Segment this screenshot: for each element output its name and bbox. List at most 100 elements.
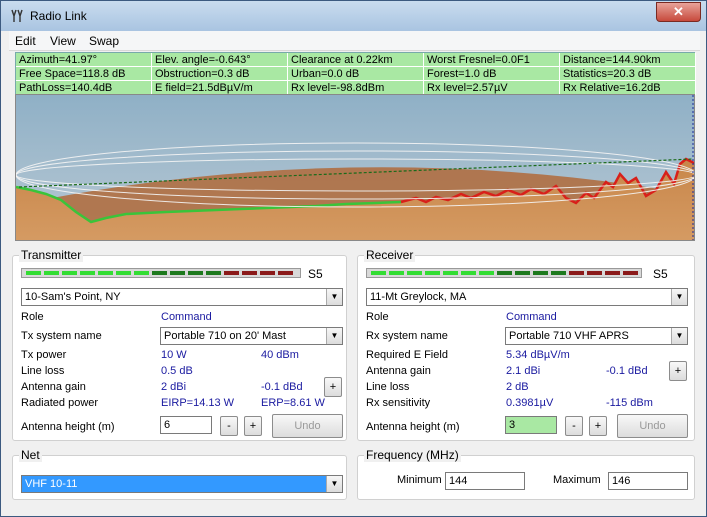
rx-signal-seg bbox=[533, 271, 548, 275]
tx-power-dbm: 40 dBm bbox=[261, 349, 299, 361]
stat-rx-relative: Rx Relative=16.2dB bbox=[560, 81, 696, 95]
stat-clearance: Clearance at 0.22km bbox=[288, 53, 424, 67]
stat-e-field: E field=21.5dBµV/m bbox=[152, 81, 288, 95]
tx-signal-seg bbox=[80, 271, 95, 275]
stat-rx-level-dbm: Rx level=-98.8dBm bbox=[288, 81, 424, 95]
tx-signal-seg bbox=[170, 271, 185, 275]
tx-signal-seg bbox=[188, 271, 203, 275]
close-icon: ✕ bbox=[673, 4, 684, 19]
menu-swap[interactable]: Swap bbox=[89, 34, 119, 48]
chevron-down-icon[interactable]: ▼ bbox=[326, 328, 342, 344]
receiver-group: Receiver S5 11-Mt Greylock, MA ▼ Role Co… bbox=[357, 248, 695, 441]
frequency-group: Frequency (MHz) Minimum 144 Maximum 146 bbox=[357, 448, 695, 500]
window-title: Radio Link bbox=[30, 9, 87, 23]
rx-height-input[interactable]: 3 bbox=[505, 416, 557, 434]
terrain-profile-view[interactable] bbox=[15, 94, 695, 241]
tx-signal-seg bbox=[98, 271, 113, 275]
link-stats-panel: Azimuth=41.97° Elev. angle=-0.643° Clear… bbox=[15, 52, 696, 95]
rx-system-label: Rx system name bbox=[366, 330, 448, 342]
tx-gain-dbd: -0.1 dBd bbox=[261, 381, 303, 393]
rx-gain-add-button[interactable]: + bbox=[669, 361, 687, 381]
chevron-down-icon[interactable]: ▼ bbox=[326, 289, 342, 305]
tx-site-select[interactable]: 10-Sam's Point, NY ▼ bbox=[21, 288, 343, 306]
transmitter-legend: Transmitter bbox=[19, 248, 84, 262]
stat-distance: Distance=144.90km bbox=[560, 53, 696, 67]
stat-statistics: Statistics=20.3 dB bbox=[560, 67, 696, 81]
rx-efield-value: 5.34 dBµV/m bbox=[506, 349, 570, 361]
tx-radiated-label: Radiated power bbox=[21, 397, 99, 409]
close-button[interactable]: ✕ bbox=[656, 2, 701, 22]
tx-system-label: Tx system name bbox=[21, 330, 102, 342]
rx-signal-seg bbox=[461, 271, 476, 275]
tx-height-input[interactable]: 6 bbox=[160, 416, 212, 434]
rx-signal-seg bbox=[515, 271, 530, 275]
tx-signal-meter bbox=[21, 268, 301, 278]
tx-site-value: 10-Sam's Point, NY bbox=[25, 291, 121, 303]
net-select[interactable]: VHF 10-11 ▼ bbox=[21, 475, 343, 493]
rx-role-label: Role bbox=[366, 311, 389, 323]
rx-sens-uv: 0.3981µV bbox=[506, 397, 554, 409]
tx-role-label: Role bbox=[21, 311, 44, 323]
rx-site-select[interactable]: 11-Mt Greylock, MA ▼ bbox=[366, 288, 688, 306]
rx-signal-meter bbox=[366, 268, 642, 278]
freq-max-input[interactable]: 146 bbox=[608, 472, 688, 490]
tx-signal-seg bbox=[206, 271, 221, 275]
rx-signal-seg bbox=[623, 271, 638, 275]
terrain-profile-graphic bbox=[16, 95, 694, 240]
rx-height-decrement[interactable]: - bbox=[565, 416, 583, 436]
rx-signal-seg bbox=[389, 271, 404, 275]
tx-power-w: 10 W bbox=[161, 349, 187, 361]
chevron-down-icon[interactable]: ▼ bbox=[671, 289, 687, 305]
rx-system-select[interactable]: Portable 710 VHF APRS ▼ bbox=[505, 327, 688, 345]
tx-height-decrement[interactable]: - bbox=[220, 416, 238, 436]
rx-signal-seg bbox=[551, 271, 566, 275]
rx-height-increment[interactable]: + bbox=[589, 416, 607, 436]
rx-line-loss-value: 2 dB bbox=[506, 381, 529, 393]
rx-site-value: 11-Mt Greylock, MA bbox=[370, 291, 467, 303]
rx-sens-label: Rx sensitivity bbox=[366, 397, 431, 409]
menu-bar: Edit View Swap bbox=[9, 31, 700, 51]
frequency-legend: Frequency (MHz) bbox=[364, 448, 461, 462]
net-group: Net VHF 10-11 ▼ bbox=[12, 448, 347, 500]
tx-signal-seg bbox=[44, 271, 59, 275]
chevron-down-icon[interactable]: ▼ bbox=[671, 328, 687, 344]
tx-gain-add-button[interactable]: + bbox=[324, 377, 342, 397]
stat-forest: Forest=1.0 dB bbox=[424, 67, 560, 81]
rx-signal-seg bbox=[407, 271, 422, 275]
tx-signal-seg bbox=[62, 271, 77, 275]
tx-gain-label: Antenna gain bbox=[21, 381, 86, 393]
tx-signal-seg bbox=[242, 271, 257, 275]
tx-undo-button[interactable]: Undo bbox=[272, 414, 343, 438]
tx-line-loss-value: 0.5 dB bbox=[161, 365, 193, 377]
title-bar[interactable]: Radio Link ✕ bbox=[1, 1, 706, 31]
tx-signal-seg bbox=[26, 271, 41, 275]
rx-undo-button[interactable]: Undo bbox=[617, 414, 688, 438]
tx-signal-label: S5 bbox=[308, 267, 323, 281]
rx-gain-label: Antenna gain bbox=[366, 365, 431, 377]
rx-height-label: Antenna height (m) bbox=[366, 421, 460, 433]
stat-elev-angle: Elev. angle=-0.643° bbox=[152, 53, 288, 67]
chevron-down-icon[interactable]: ▼ bbox=[326, 476, 342, 492]
menu-edit[interactable]: Edit bbox=[15, 34, 36, 48]
menu-view[interactable]: View bbox=[50, 34, 76, 48]
rx-signal-label: S5 bbox=[653, 267, 668, 281]
freq-max-label: Maximum bbox=[553, 474, 601, 486]
rx-sens-dbm: -115 dBm bbox=[606, 397, 653, 409]
tx-system-select[interactable]: Portable 710 on 20' Mast ▼ bbox=[160, 327, 343, 345]
tx-height-increment[interactable]: + bbox=[244, 416, 262, 436]
net-value: VHF 10-11 bbox=[25, 478, 78, 490]
transmitter-group: Transmitter S5 10-Sam's Point, NY ▼ Role… bbox=[12, 248, 347, 441]
tx-eirp: EIRP=14.13 W bbox=[161, 397, 235, 409]
stat-rx-level-uv: Rx level=2.57µV bbox=[424, 81, 560, 95]
stat-worst-fresnel: Worst Fresnel=0.0F1 bbox=[424, 53, 560, 67]
rx-gain-dbd: -0.1 dBd bbox=[606, 365, 648, 377]
rx-signal-seg bbox=[371, 271, 386, 275]
tx-height-label: Antenna height (m) bbox=[21, 421, 115, 433]
tx-signal-seg bbox=[260, 271, 275, 275]
rx-signal-seg bbox=[479, 271, 494, 275]
rx-signal-seg bbox=[569, 271, 584, 275]
radio-link-window: Radio Link ✕ Edit View Swap Azimuth=41.9… bbox=[0, 0, 707, 517]
freq-min-input[interactable]: 144 bbox=[445, 472, 525, 490]
rx-gain-dbi: 2.1 dBi bbox=[506, 365, 541, 377]
rx-role-value: Command bbox=[506, 311, 557, 323]
